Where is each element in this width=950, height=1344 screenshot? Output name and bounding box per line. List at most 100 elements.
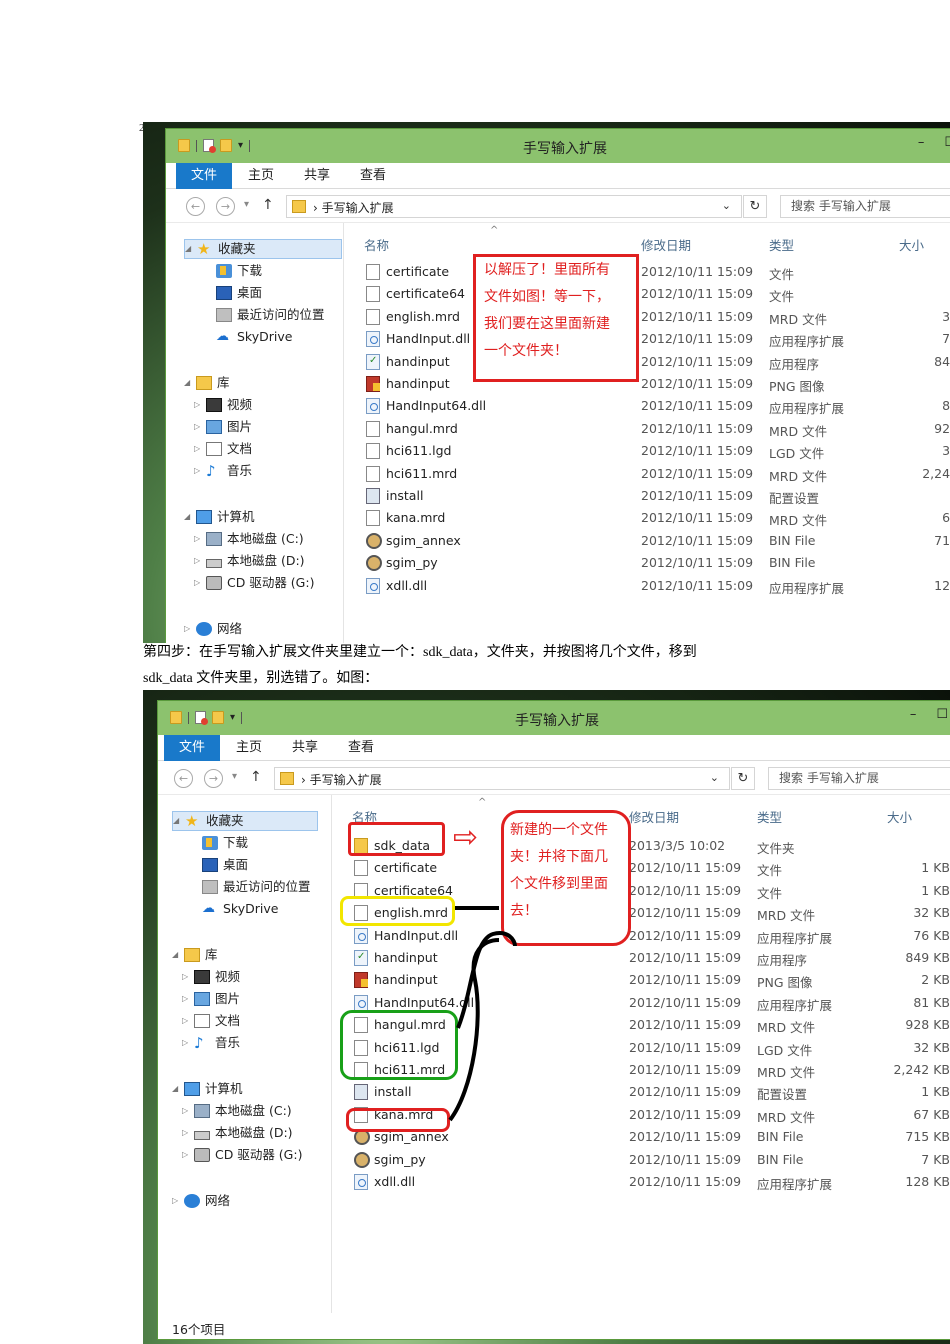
expanded-arrow-icon[interactable]: ◢ — [184, 373, 196, 393]
maximize-button[interactable]: ☐ — [936, 707, 948, 722]
nav-item-8[interactable]: ▷ 文档 — [182, 1011, 240, 1031]
nav-item-13[interactable]: ▷ CD 驱动器 (G:) — [182, 1145, 302, 1165]
file-row[interactable]: certificate642012/10/11 15:09文件1 — [344, 283, 950, 305]
nav-item-8[interactable]: ▷ 文档 — [194, 439, 252, 459]
expanded-arrow-icon[interactable]: ◢ — [172, 945, 184, 965]
nav-item-12[interactable]: ▷ 本地磁盘 (D:) — [182, 1123, 293, 1143]
nav-item-0[interactable]: ◢ ★ 收藏夹 — [172, 811, 318, 831]
tab-file[interactable]: 文件 — [164, 735, 220, 761]
nav-item-4[interactable]: ☁ SkyDrive — [204, 327, 292, 347]
column-header-size[interactable]: 大小 — [899, 235, 924, 254]
expanded-arrow-icon[interactable]: ◢ — [173, 811, 185, 831]
collapsed-arrow-icon[interactable]: ▷ — [194, 439, 206, 459]
nav-item-3[interactable]: 最近访问的位置 — [204, 305, 325, 325]
back-button[interactable]: ← — [186, 197, 205, 216]
expanded-arrow-icon[interactable]: ◢ — [172, 1079, 184, 1099]
forward-button[interactable]: → — [204, 769, 223, 788]
breadcrumb[interactable]: › 手写输入扩展 — [313, 199, 394, 216]
column-header-type[interactable]: 类型 — [757, 807, 782, 826]
file-row[interactable]: sgim_annex 2012/10/11 15:09 BIN File 715 — [344, 530, 950, 552]
collapsed-arrow-icon[interactable]: ▷ — [194, 551, 206, 571]
tab-share[interactable]: 共享 — [294, 163, 340, 189]
nav-item-5[interactable]: ◢ 库 — [172, 945, 218, 965]
expanded-arrow-icon[interactable]: ◢ — [184, 507, 196, 527]
tab-share[interactable]: 共享 — [282, 735, 328, 761]
nav-item-4[interactable]: ☁ SkyDrive — [190, 899, 278, 919]
nav-item-11[interactable]: ▷ 本地磁盘 (C:) — [182, 1101, 292, 1121]
file-row[interactable]: handinput 2012/10/11 15:09 PNG 图像 2 KB — [332, 969, 950, 991]
column-header-size[interactable]: 大小 — [887, 807, 912, 826]
nav-item-9[interactable]: ▷ ♪ 音乐 — [182, 1033, 240, 1053]
column-header-name[interactable]: 名称 — [364, 235, 389, 254]
forward-button[interactable]: → — [216, 197, 235, 216]
collapsed-arrow-icon[interactable]: ▷ — [194, 573, 206, 593]
search-input[interactable]: 搜索 手写输入扩展 — [780, 195, 950, 218]
back-button[interactable]: ← — [174, 769, 193, 788]
nav-item-0[interactable]: ◢ ★ 收藏夹 — [184, 239, 342, 259]
file-row[interactable]: sgim_py 2012/10/11 15:09 BIN File 7 KB — [332, 1149, 950, 1171]
file-row[interactable]: handinput2012/10/11 15:09PNG 图像2 — [344, 373, 950, 395]
nav-item-12[interactable]: ▷ 本地磁盘 (D:) — [194, 551, 305, 571]
file-row[interactable]: HandInput64.dll 2012/10/11 15:09 应用程序扩展 81 — [344, 395, 950, 417]
nav-item-2[interactable]: 桌面 — [190, 855, 248, 875]
nav-item-9[interactable]: ▷ ♪ 音乐 — [194, 461, 252, 481]
nav-item-6[interactable]: ▷ 视频 — [194, 395, 252, 415]
collapsed-arrow-icon[interactable]: ▷ — [182, 1033, 194, 1053]
collapsed-arrow-icon[interactable]: ▷ — [182, 989, 194, 1009]
file-row[interactable]: hci611.lgd 2012/10/11 15:09 LGD 文件 32 — [344, 440, 950, 462]
tab-view[interactable]: 查看 — [338, 735, 384, 761]
file-row[interactable]: certificate 2012/10/11 15:09 文件 1 KB — [332, 857, 950, 879]
collapsed-arrow-icon[interactable]: ▷ — [194, 461, 206, 481]
column-header-date[interactable]: 修改日期 — [629, 807, 679, 826]
collapsed-arrow-icon[interactable]: ▷ — [182, 1011, 194, 1031]
nav-item-10[interactable]: ◢ 计算机 — [184, 507, 255, 527]
file-row[interactable]: handinput 2012/10/11 15:09 应用程序 849 — [344, 351, 950, 373]
file-row[interactable]: HandInput.dll 2012/10/11 15:09 应用程序扩展 76 KB — [332, 925, 950, 947]
nav-item-14[interactable]: ▷ 网络 — [172, 1191, 230, 1211]
nav-item-2[interactable]: 桌面 — [204, 283, 262, 303]
nav-item-11[interactable]: ▷ 本地磁盘 (C:) — [194, 529, 304, 549]
file-row[interactable]: xdll.dll 2012/10/11 15:09 应用程序扩展 128 KB — [332, 1171, 950, 1193]
search-input[interactable]: 搜索 手写输入扩展 — [768, 767, 950, 790]
file-row[interactable]: kana.mrd 2012/10/11 15:09 MRD 文件 67 — [344, 507, 950, 529]
nav-item-1[interactable]: 下载 — [190, 833, 248, 853]
collapsed-arrow-icon[interactable]: ▷ — [182, 1145, 194, 1165]
collapsed-arrow-icon[interactable]: ▷ — [182, 1123, 194, 1143]
collapsed-arrow-icon[interactable]: ▷ — [172, 1191, 184, 1211]
address-box[interactable]: › 手写输入扩展 ⌄ — [286, 195, 742, 218]
collapsed-arrow-icon[interactable]: ▷ — [194, 529, 206, 549]
minimize-button[interactable]: – — [918, 135, 925, 150]
file-row[interactable]: handinput 2012/10/11 15:09 应用程序 849 KB — [332, 947, 950, 969]
up-button[interactable]: ↑ — [250, 769, 262, 785]
address-box[interactable]: › 手写输入扩展 ⌄ — [274, 767, 730, 790]
file-row[interactable]: hangul.mrd 2012/10/11 15:09 MRD 文件 928 — [344, 418, 950, 440]
nav-item-7[interactable]: ▷ 图片 — [182, 989, 240, 1009]
collapsed-arrow-icon[interactable]: ▷ — [182, 1101, 194, 1121]
chevron-down-icon[interactable]: ⌄ — [722, 199, 731, 212]
file-row[interactable]: sgim_py2012/10/11 15:09BIN File7 — [344, 552, 950, 574]
file-row[interactable]: xdll.dll 2012/10/11 15:09 应用程序扩展 128 — [344, 575, 950, 597]
tab-home[interactable]: 主页 — [226, 735, 272, 761]
nav-item-14[interactable]: ▷ 网络 — [184, 619, 242, 639]
collapsed-arrow-icon[interactable]: ▷ — [194, 395, 206, 415]
collapsed-arrow-icon[interactable]: ▷ — [184, 619, 196, 639]
expanded-arrow-icon[interactable]: ◢ — [185, 239, 197, 259]
maximize-button[interactable]: ☐ — [944, 135, 950, 150]
breadcrumb-current[interactable]: 手写输入扩展 — [322, 201, 394, 215]
file-row[interactable]: hci611.mrd 2012/10/11 15:09 MRD 文件 2,242 — [344, 463, 950, 485]
file-row[interactable]: HandInput.dll 2012/10/11 15:09 应用程序扩展 76 — [344, 328, 950, 350]
refresh-button[interactable]: ↻ — [731, 767, 755, 790]
nav-item-6[interactable]: ▷ 视频 — [182, 967, 240, 987]
up-button[interactable]: ↑ — [262, 197, 274, 213]
file-row[interactable]: english.mrd 2012/10/11 15:09 MRD 文件 32 — [344, 306, 950, 328]
column-header-date[interactable]: 修改日期 — [641, 235, 691, 254]
recent-locations-icon[interactable]: ▾ — [232, 771, 237, 782]
file-row[interactable]: install2012/10/11 15:09配置设置1 — [344, 485, 950, 507]
minimize-button[interactable]: – — [910, 707, 917, 722]
recent-locations-icon[interactable]: ▾ — [244, 199, 249, 210]
breadcrumb-current[interactable]: 手写输入扩展 — [310, 773, 382, 787]
column-header-type[interactable]: 类型 — [769, 235, 794, 254]
nav-item-7[interactable]: ▷ 图片 — [194, 417, 252, 437]
nav-item-3[interactable]: 最近访问的位置 — [190, 877, 311, 897]
breadcrumb[interactable]: › 手写输入扩展 — [301, 771, 382, 788]
